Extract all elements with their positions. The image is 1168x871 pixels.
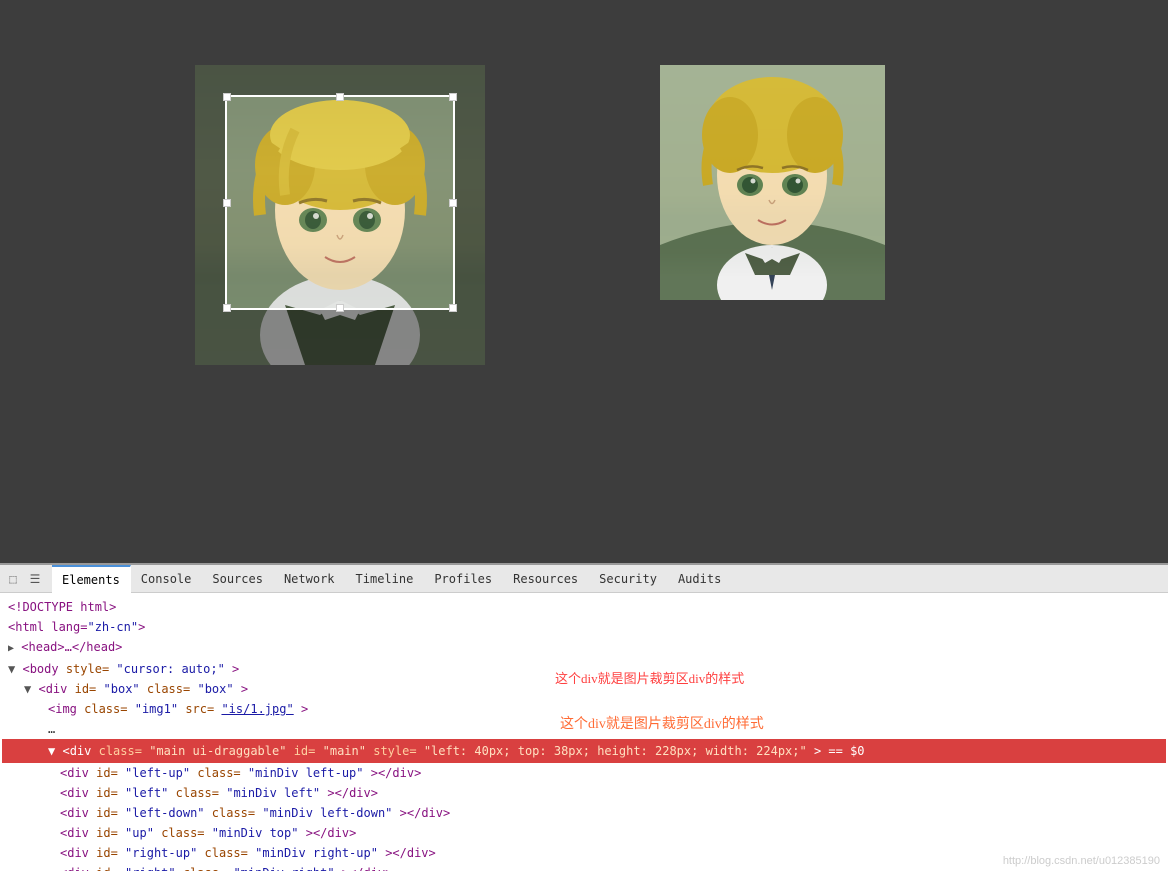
handle-bottom-right[interactable] [449, 304, 457, 312]
inspect-icon[interactable]: ⬚ [4, 570, 22, 588]
code-line-box[interactable]: ▼ <div id= "box" class= "box" > [0, 679, 1168, 699]
tab-console[interactable]: Console [131, 565, 203, 593]
code-line-main-selected[interactable]: ▼ <div class= "main ui-draggable" id= "m… [2, 739, 1166, 763]
handle-middle-right[interactable] [449, 199, 457, 207]
console-drawer-icon[interactable]: ☰ [26, 570, 44, 588]
footer-url: http://blog.csdn.net/u012385190 [1003, 855, 1160, 867]
right-image [660, 65, 885, 300]
tab-security[interactable]: Security [589, 565, 668, 593]
code-line-right-up[interactable]: <div id= "right-up" class= "minDiv right… [0, 843, 1168, 863]
devtools-content[interactable]: <!DOCTYPE html> <html lang="zh-cn"> ▶ <h… [0, 593, 1168, 871]
tab-sources[interactable]: Sources [202, 565, 274, 593]
tab-resources[interactable]: Resources [503, 565, 589, 593]
code-line-left-up[interactable]: <div id= "left-up" class= "minDiv left-u… [0, 763, 1168, 783]
handle-middle-left[interactable] [223, 199, 231, 207]
code-line-left[interactable]: <div id= "left" class= "minDiv left" ></… [0, 783, 1168, 803]
devtools-toolbar: ⬚ ☰ Elements Console Sources Network Tim… [0, 565, 1168, 593]
expand-arrow-body: ▼ [8, 662, 15, 676]
tab-elements[interactable]: Elements [52, 565, 131, 593]
annotation-container: <div id= "left-up" class= "minDiv left-u… [0, 763, 1168, 783]
crop-overlay[interactable] [225, 95, 455, 310]
code-line-body[interactable]: ▼ <body style= "cursor: auto;" > [0, 659, 1168, 679]
toolbar-icons: ⬚ ☰ [4, 570, 44, 588]
handle-bottom-left[interactable] [223, 304, 231, 312]
canvas-area [0, 0, 1168, 563]
code-line-head[interactable]: ▶ <head>…</head> [0, 637, 1168, 659]
code-line-img[interactable]: <img class= "img1" src= "is/1.jpg" > [0, 699, 1168, 719]
left-image-wrapper [195, 65, 485, 365]
tab-audits[interactable]: Audits [668, 565, 732, 593]
tab-network[interactable]: Network [274, 565, 346, 593]
expand-arrow-head: ▶ [8, 643, 14, 654]
right-image-wrapper [660, 65, 885, 300]
handle-top-right[interactable] [449, 93, 457, 101]
tab-profiles[interactable]: Profiles [424, 565, 503, 593]
handle-top-left[interactable] [223, 93, 231, 101]
code-line-html[interactable]: <html lang="zh-cn"> [0, 617, 1168, 637]
tab-timeline[interactable]: Timeline [346, 565, 425, 593]
expand-arrow-box: ▼ [24, 682, 31, 696]
code-line-left-down[interactable]: <div id= "left-down" class= "minDiv left… [0, 803, 1168, 823]
code-line-right[interactable]: <div id= "right" class= "minDiv right" >… [0, 863, 1168, 871]
handle-top-middle[interactable] [336, 93, 344, 101]
handle-bottom-middle[interactable] [336, 304, 344, 312]
code-line-up[interactable]: <div id= "up" class= "minDiv top" ></div… [0, 823, 1168, 843]
devtools-panel: ⬚ ☰ Elements Console Sources Network Tim… [0, 563, 1168, 871]
code-line-doctype[interactable]: <!DOCTYPE html> [0, 597, 1168, 617]
code-line-ellipsis[interactable]: … [0, 719, 1168, 739]
